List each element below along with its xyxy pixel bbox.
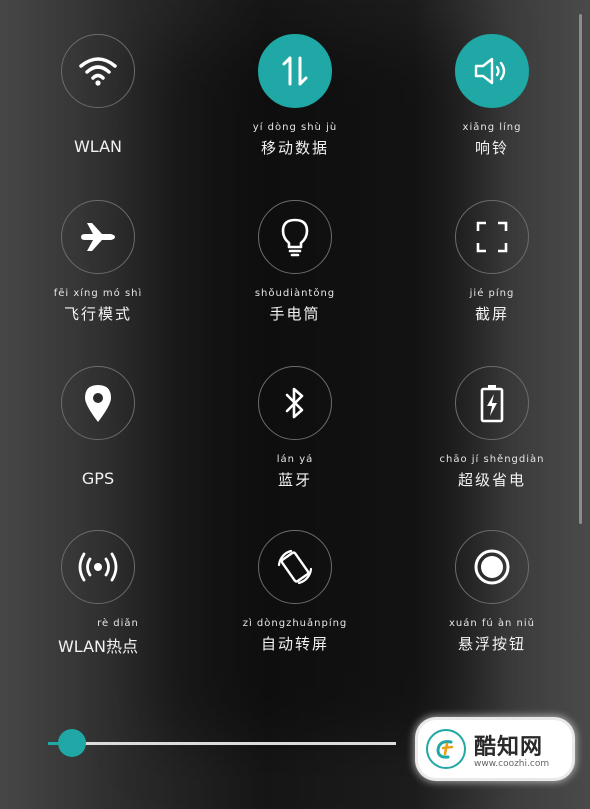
- battery-bolt-icon: [480, 385, 504, 423]
- auto-rotate-toggle-button[interactable]: [258, 530, 332, 604]
- airplane-icon: [81, 223, 115, 251]
- tile-label: 响铃: [474, 139, 509, 157]
- tile-bluetooth[interactable]: lán yá 蓝牙: [215, 366, 375, 506]
- watermark-logo: 酷知网 www.coozhi.com: [418, 720, 572, 778]
- watermark-url: www.coozhi.com: [474, 759, 550, 769]
- tile-power-saving[interactable]: chāo jí shěngdiàn 超级省电: [412, 366, 572, 506]
- tile-label: WLAN: [73, 137, 122, 156]
- power-saving-toggle-button[interactable]: [455, 366, 529, 440]
- screenshot-frame-icon: [476, 221, 508, 253]
- tile-pinyin: xiǎng líng: [462, 122, 522, 133]
- tile-pinyin: xuán fú àn niǔ: [448, 618, 536, 629]
- wlan-toggle-button[interactable]: [61, 34, 135, 108]
- brightness-slider[interactable]: [48, 729, 396, 757]
- tile-label: 蓝牙: [277, 471, 312, 489]
- tile-pinyin: [18, 122, 178, 136]
- tile-mobile-data[interactable]: yí dòng shù jù 移动数据: [215, 34, 375, 174]
- tile-screenshot[interactable]: jié píng 截屏: [412, 200, 572, 340]
- tile-pinyin: fēi xíng mó shì: [53, 288, 143, 299]
- floating-circle-icon: [474, 549, 510, 585]
- tile-label: 移动数据: [260, 139, 329, 157]
- rotate-icon: [277, 549, 313, 585]
- bluetooth-icon: [285, 387, 304, 419]
- tile-pinyin: rè diǎn: [97, 618, 139, 629]
- tile-pinyin: zì dòngzhuǎnpíng: [242, 618, 348, 629]
- tile-label: 飞行模式: [63, 305, 132, 323]
- tile-label: 超级省电: [457, 471, 526, 489]
- screenshot-button[interactable]: [455, 200, 529, 274]
- watermark-mark-icon: [426, 729, 466, 769]
- tile-hotspot[interactable]: rè diǎn WLAN热点: [18, 530, 178, 670]
- tile-label: 截屏: [474, 305, 509, 323]
- tile-label: WLAN热点: [57, 637, 139, 656]
- tile-label: 自动转屏: [260, 635, 329, 653]
- tile-label: 悬浮按钮: [457, 635, 526, 653]
- tile-flashlight[interactable]: shǒudiàntǒng 手电筒: [215, 200, 375, 340]
- tile-auto-rotate[interactable]: zì dòngzhuǎnpíng 自动转屏: [215, 530, 375, 670]
- location-pin-icon: [85, 385, 111, 422]
- hotspot-toggle-button[interactable]: [61, 530, 135, 604]
- airplane-mode-toggle-button[interactable]: [61, 200, 135, 274]
- flashlight-toggle-button[interactable]: [258, 200, 332, 274]
- scrollbar[interactable]: [579, 14, 582, 524]
- tile-airplane-mode[interactable]: fēi xíng mó shì 飞行模式: [18, 200, 178, 340]
- tile-gps[interactable]: GPS: [18, 366, 178, 506]
- speaker-icon: [474, 57, 506, 85]
- tile-label: GPS: [81, 469, 115, 488]
- tile-pinyin: chāo jí shěngdiàn: [439, 454, 545, 465]
- tile-pinyin: [18, 454, 178, 468]
- tile-pinyin: lán yá: [276, 454, 314, 465]
- tile-pinyin: yí dòng shù jù: [252, 122, 338, 133]
- brightness-slider-thumb[interactable]: [58, 729, 87, 757]
- lightbulb-icon: [281, 218, 309, 257]
- tile-pinyin: jié píng: [469, 288, 515, 299]
- watermark-text: 酷知网 www.coozhi.com: [474, 729, 549, 769]
- floating-button-toggle-button[interactable]: [455, 530, 529, 604]
- tile-floating-button[interactable]: xuán fú àn niǔ 悬浮按钮: [412, 530, 572, 670]
- wifi-icon: [79, 57, 117, 86]
- gps-toggle-button[interactable]: [61, 366, 135, 440]
- tile-wlan[interactable]: WLAN: [18, 34, 178, 174]
- ringtone-toggle-button[interactable]: [455, 34, 529, 108]
- tile-label: 手电筒: [269, 305, 321, 323]
- watermark-title: 酷知网: [474, 735, 544, 760]
- tile-ringtone[interactable]: xiǎng líng 响铃: [412, 34, 572, 174]
- hotspot-icon: [78, 552, 118, 582]
- tile-pinyin: shǒudiàntǒng: [254, 288, 336, 299]
- data-arrows-icon: [282, 56, 308, 86]
- bluetooth-toggle-button[interactable]: [258, 366, 332, 440]
- quick-settings-panel: WLAN yí dòng shù jù 移动数据 xiǎng líng 响铃 f…: [0, 0, 590, 809]
- mobile-data-toggle-button[interactable]: [258, 34, 332, 108]
